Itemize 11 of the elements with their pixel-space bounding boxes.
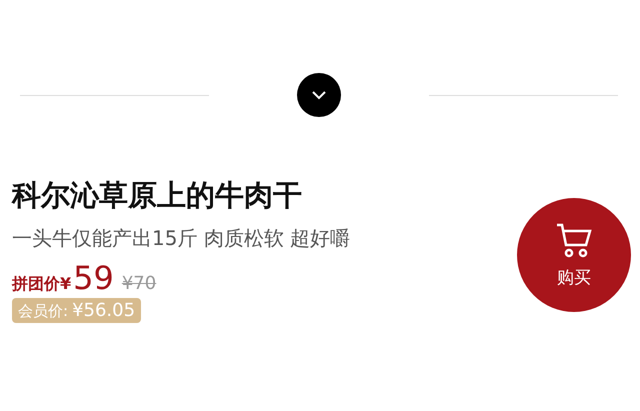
product-subtitle: 一头牛仅能产出15斤 肉质松软 超好嚼 [12,225,352,252]
chevron-down-icon [311,90,327,100]
product-title: 科尔沁草原上的牛肉干 [12,177,303,214]
group-price: 59 [73,260,114,296]
original-price: ¥70 [122,273,156,294]
group-price-label: 拼团价¥ [12,274,72,295]
member-price: ¥56.05 [72,300,136,321]
member-price-label: 会员价: [18,302,68,321]
expand-button[interactable] [297,73,341,117]
cart-icon [554,222,594,260]
buy-button[interactable]: 购买 [517,198,631,312]
